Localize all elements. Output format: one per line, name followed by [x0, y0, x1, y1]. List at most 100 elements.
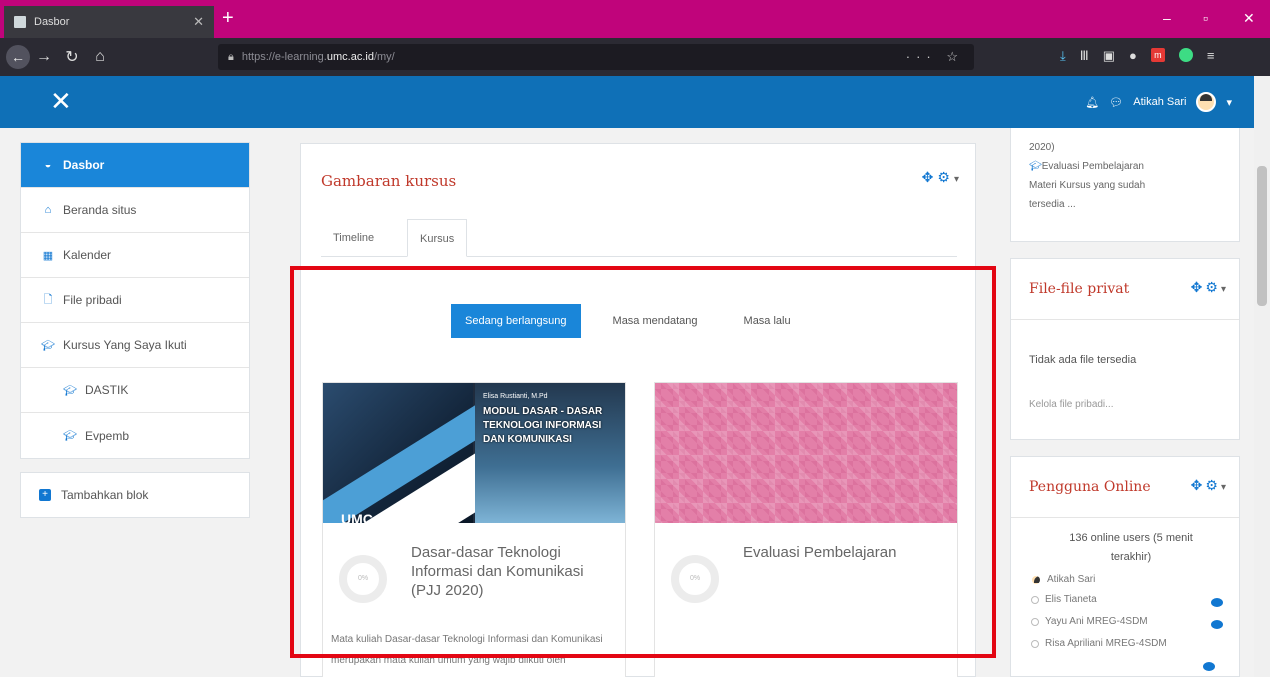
- url-text: https://e-learning.umc.ac.id/my/: [241, 51, 395, 63]
- sidebar-item-label: Kursus Yang Saya Ikuti: [63, 338, 187, 352]
- online-user[interactable]: Yayu Ani MREG-4SDM: [1031, 616, 1231, 629]
- download-icon[interactable]: ⤓: [1060, 48, 1066, 64]
- tab-title: Dasbor: [34, 16, 70, 28]
- user-dot-icon: [1031, 639, 1039, 648]
- recent-courses-block: 2020) 🎓︎Evaluasi Pembelajaran Materi Kur…: [1010, 128, 1240, 242]
- online-user[interactable]: Atikah Sari: [1031, 574, 1231, 585]
- gear-icon[interactable]: ⚙: [1205, 279, 1221, 295]
- sidebar-item-dasbor[interactable]: ◒ Dasbor: [21, 143, 249, 188]
- add-block-label: Tambahkan blok: [61, 488, 149, 502]
- message-icon[interactable]: [1203, 662, 1215, 671]
- move-icon[interactable]: ✥: [1191, 477, 1206, 493]
- online-summary: 136 online users (5 menit terakhir): [1041, 529, 1221, 567]
- file-icon: 🗋: [43, 293, 53, 306]
- browser-navbar: ← → ↻ ⌂ 🔒︎ https://e-learning.umc.ac.id/…: [0, 38, 1270, 76]
- tab-close-icon[interactable]: ✕: [193, 14, 204, 30]
- chevron-down-icon[interactable]: ▾: [1221, 482, 1229, 493]
- extension-icon[interactable]: ●: [1129, 48, 1137, 64]
- sidebar-item-label: Beranda situs: [63, 203, 137, 217]
- minimize-icon[interactable]: –: [1163, 10, 1171, 26]
- browser-toolbar-icons: ⤓ Ⅲ ▣ ● m ≡: [1060, 48, 1214, 64]
- move-icon[interactable]: ✥: [922, 169, 938, 185]
- sidebar-item-label: Dasbor: [63, 158, 105, 172]
- block-actions[interactable]: ✥⚙▾: [1191, 477, 1229, 494]
- messages-icon[interactable]: 💬︎: [1109, 96, 1123, 109]
- divider: [1011, 319, 1239, 320]
- sidebar-item-file-pribadi[interactable]: 🗋 File pribadi: [21, 278, 249, 323]
- chevron-down-icon[interactable]: ▾: [1221, 284, 1229, 295]
- message-icon[interactable]: [1211, 620, 1223, 629]
- plus-square-icon: +: [39, 489, 51, 501]
- scrollbar-thumb[interactable]: [1257, 166, 1267, 306]
- browser-tab[interactable]: Dasbor ✕: [4, 6, 214, 38]
- sidebar-item-label: File pribadi: [63, 293, 122, 307]
- recent-course-link[interactable]: 🎓︎Evaluasi Pembelajaran: [1029, 157, 1145, 176]
- graduation-cap-icon: 🎓︎: [41, 339, 55, 352]
- no-files-text: Tidak ada file tersedia: [1029, 354, 1137, 366]
- sidebar-item-kursus-saya[interactable]: 🎓︎ Kursus Yang Saya Ikuti: [21, 323, 249, 368]
- gear-icon[interactable]: ⚙: [937, 169, 954, 185]
- recent-line: 2020): [1029, 142, 1055, 153]
- block-title: Gambaran kursus: [321, 172, 457, 190]
- library-icon[interactable]: Ⅲ: [1080, 48, 1089, 64]
- tab-kursus[interactable]: Kursus: [407, 219, 468, 257]
- recent-courses-text: 2020) 🎓︎Evaluasi Pembelajaran Materi Kur…: [1029, 138, 1145, 214]
- chevron-down-icon[interactable]: ▾: [1226, 96, 1232, 109]
- sidebar-item-label: Kalender: [63, 248, 112, 262]
- message-icon[interactable]: [1211, 598, 1223, 607]
- site-favicon-icon: [14, 16, 26, 28]
- online-users-block: Pengguna Online ✥⚙▾ 136 online users (5 …: [1010, 456, 1240, 677]
- gear-icon[interactable]: ⚙: [1205, 477, 1221, 493]
- graduation-cap-icon: 🎓︎: [63, 430, 77, 442]
- chevron-down-icon[interactable]: ▾: [954, 174, 963, 185]
- nav-list: ◒ Dasbor ⌂ Beranda situs ▦ Kalender 🗋 Fi…: [20, 142, 250, 459]
- divider: [1011, 517, 1239, 518]
- sidebar-item-evpemb[interactable]: 🎓︎ Evpemb: [21, 413, 249, 458]
- page-actions-icon[interactable]: ··· ☆: [906, 49, 964, 65]
- online-user[interactable]: Risa Apriliani MREG-4SDM: [1031, 638, 1231, 649]
- extension-m-icon[interactable]: m: [1150, 48, 1165, 62]
- site-header: ✕ 🔔︎ 💬︎ Atikah Sari ▾: [0, 76, 1254, 128]
- private-files-block: File-file privat ✥⚙▾ Tidak ada file ters…: [1010, 258, 1240, 440]
- nav-drawer: ◒ Dasbor ⌂ Beranda situs ▦ Kalender 🗋 Fi…: [0, 128, 270, 677]
- add-block-button[interactable]: + Tambahkan blok: [20, 472, 250, 518]
- avatar[interactable]: [1196, 92, 1217, 112]
- online-user[interactable]: Elis Tianeta: [1031, 594, 1231, 607]
- reload-icon[interactable]: ↻: [58, 47, 86, 67]
- annotation-highlight-box: [290, 266, 996, 658]
- user-menu[interactable]: 🔔︎ 💬︎ Atikah Sari ▾: [1085, 92, 1232, 112]
- recent-desc: Materi Kursus yang sudah: [1029, 180, 1146, 191]
- sidebar-toggle-icon[interactable]: ▣: [1103, 48, 1115, 64]
- maximize-icon[interactable]: ▫: [1203, 10, 1208, 26]
- user-name[interactable]: Atikah Sari: [1133, 96, 1186, 108]
- dashboard-icon: ◒: [44, 159, 52, 171]
- sidebar-item-beranda-situs[interactable]: ⌂ Beranda situs: [21, 188, 249, 233]
- drawer-close-icon[interactable]: ✕: [50, 86, 72, 116]
- extension-green-icon[interactable]: [1178, 48, 1193, 62]
- move-icon[interactable]: ✥: [1191, 279, 1206, 295]
- sidebar-item-label: DASTIK: [85, 383, 129, 397]
- overview-tabs: Timeline Kursus: [321, 219, 957, 257]
- sidebar-item-dastik[interactable]: 🎓︎ DASTIK: [21, 368, 249, 413]
- sidebar-item-label: Evpemb: [85, 428, 130, 443]
- home-icon: ⌂: [44, 204, 52, 216]
- new-tab-icon[interactable]: +: [222, 8, 234, 28]
- lock-icon: 🔒︎: [228, 50, 234, 63]
- block-actions[interactable]: ✥⚙▾: [1191, 279, 1229, 296]
- browser-tab-strip: Dasbor ✕ + – ▫ ✕: [0, 0, 1270, 38]
- page-scrollbar[interactable]: [1254, 76, 1270, 677]
- notification-bell-icon[interactable]: 🔔︎: [1085, 96, 1099, 109]
- sidebar-item-kalender[interactable]: ▦ Kalender: [21, 233, 249, 278]
- block-title: Pengguna Online: [1029, 479, 1151, 495]
- url-bar[interactable]: 🔒︎ https://e-learning.umc.ac.id/my/ ··· …: [218, 44, 974, 70]
- home-browser-icon[interactable]: ⌂: [86, 48, 114, 66]
- calendar-icon: ▦: [42, 249, 54, 262]
- graduation-cap-icon: 🎓︎: [1029, 161, 1042, 172]
- forward-arrow-icon[interactable]: →: [30, 48, 58, 66]
- back-arrow-icon[interactable]: ←: [6, 45, 30, 69]
- manage-files-link[interactable]: Kelola file pribadi...: [1029, 399, 1114, 410]
- tab-timeline[interactable]: Timeline: [321, 219, 386, 257]
- block-actions[interactable]: ✥⚙▾: [922, 169, 963, 186]
- menu-icon[interactable]: ≡: [1207, 48, 1215, 64]
- close-window-icon[interactable]: ✕: [1243, 10, 1255, 27]
